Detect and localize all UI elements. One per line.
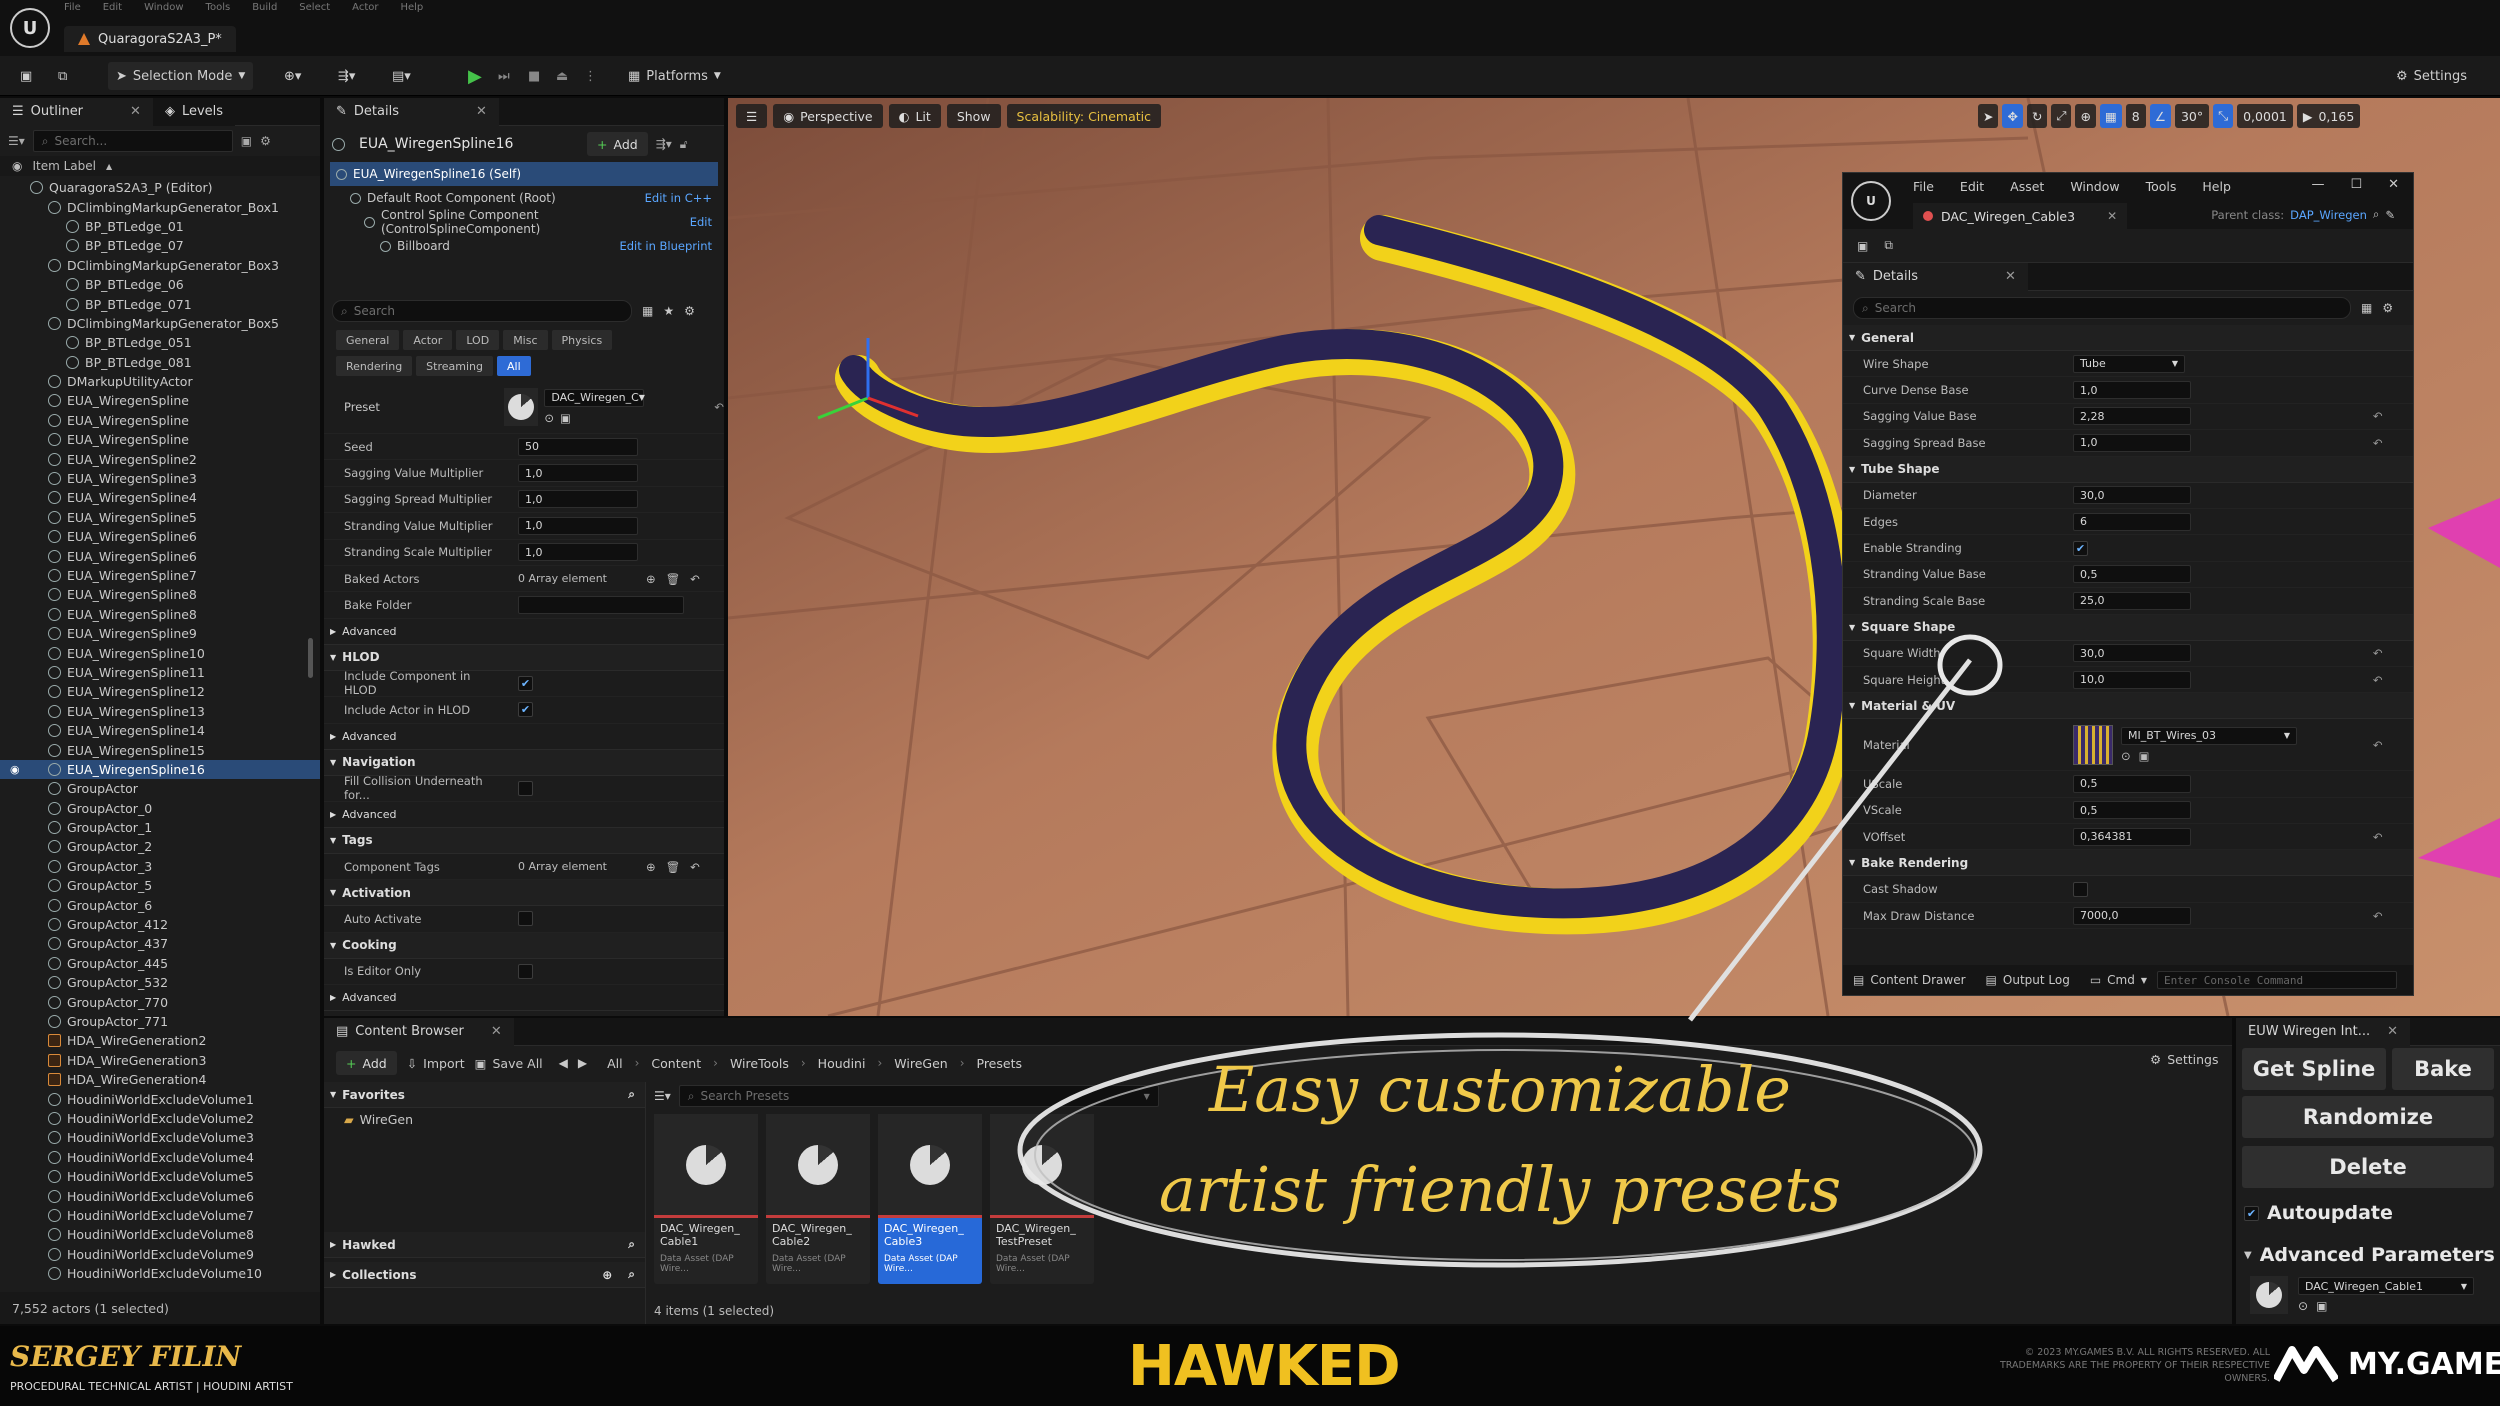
callout-text: Easy customizable artist friendly preset… — [1080, 1040, 1920, 1240]
callout-line-1: Easy customizable — [1209, 1053, 1791, 1126]
publisher-logo: MY.GAMES — [2274, 1344, 2500, 1384]
game-logo: HAWKED — [1128, 1334, 1401, 1399]
mygames-logo-icon — [2274, 1346, 2338, 1383]
publisher-name: MY.GAMES — [2348, 1346, 2500, 1382]
branding-bar: SERGEY FILIN PROCEDURAL TECHNICAL ARTIST… — [0, 1326, 2500, 1406]
author-name: SERGEY FILIN — [10, 1340, 242, 1373]
author-role: PROCEDURAL TECHNICAL ARTIST | HOUDINI AR… — [10, 1380, 293, 1393]
callout-line-2: artist friendly presets — [1158, 1153, 1842, 1226]
copyright: © 2023 MY.GAMES B.V. ALL RIGHTS RESERVED… — [1999, 1347, 2270, 1384]
